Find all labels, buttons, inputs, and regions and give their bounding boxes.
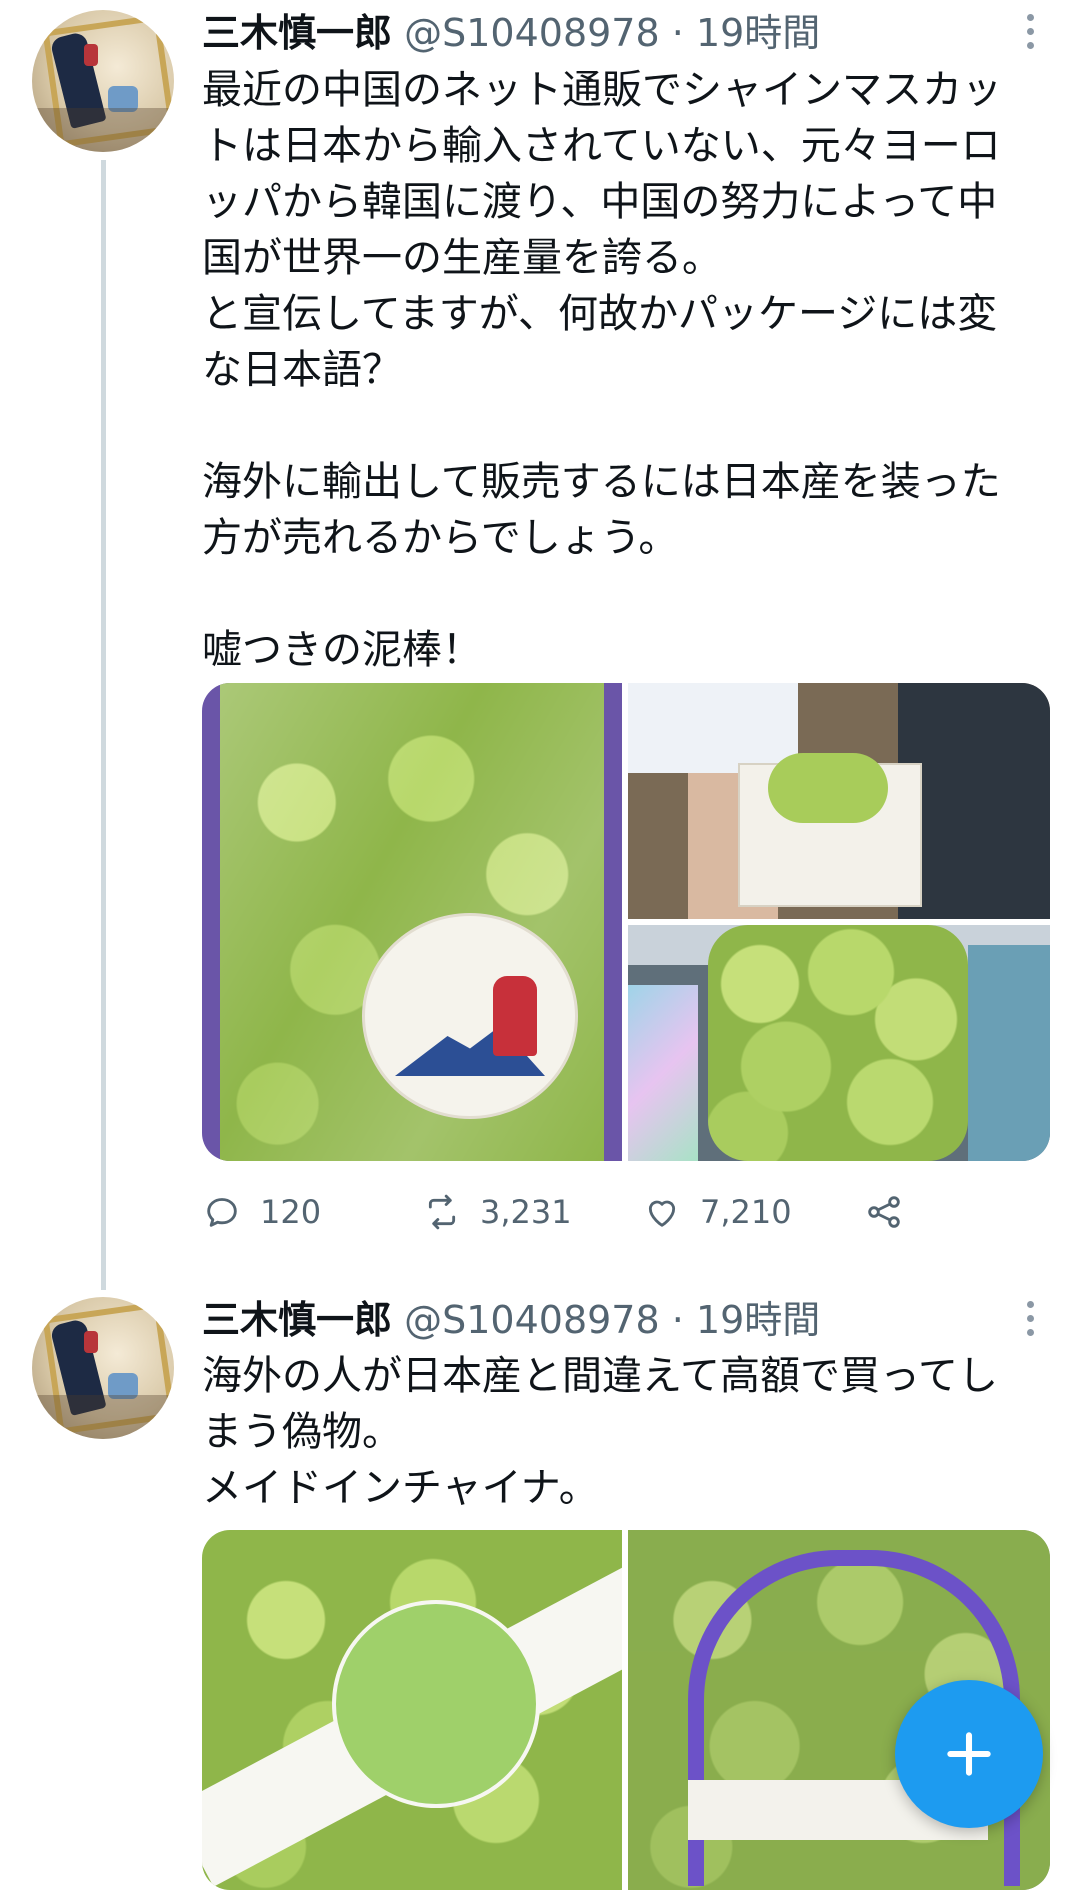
tweet-text-line: メイドインチャイナ。 bbox=[202, 1465, 599, 1511]
more-vertical-icon[interactable] bbox=[1020, 10, 1040, 54]
more-vertical-icon[interactable] bbox=[1020, 1297, 1040, 1341]
separator-dot: · bbox=[671, 11, 684, 55]
media-image[interactable] bbox=[628, 925, 1050, 1161]
share-button[interactable] bbox=[864, 1190, 922, 1234]
share-icon bbox=[868, 1196, 900, 1228]
media-image[interactable] bbox=[202, 1530, 622, 1890]
tweet-text-line: 海外の人が日本産と間違えて高額で買ってし bbox=[202, 1353, 998, 1399]
timestamp[interactable]: 19時間 bbox=[696, 1298, 820, 1342]
heart-icon bbox=[648, 1200, 676, 1227]
tweet-text-line: 方が売れるからでしょう。 bbox=[202, 515, 679, 561]
author-name[interactable]: 三木慎一郎 bbox=[202, 1298, 392, 1342]
reply-count: 120 bbox=[260, 1193, 322, 1231]
tweet-text-line: ッパから韓国に渡り、中国の努力によって中 bbox=[202, 179, 998, 225]
retweet-icon bbox=[428, 1194, 456, 1230]
tweet-text-line: トは日本から輸入されていない、元々ヨーロ bbox=[202, 123, 1001, 169]
tweet-text-line: 国が世界一の生産量を誇る。 bbox=[202, 235, 722, 281]
retweet-count: 3,231 bbox=[480, 1193, 572, 1231]
tweet-text-line: まう偽物。 bbox=[202, 1409, 402, 1455]
tweet-text: 最近の中国のネット通販でシャインマスカッ トは日本から輸入されていない、元々ヨー… bbox=[202, 62, 1052, 678]
avatar[interactable] bbox=[32, 1297, 174, 1439]
plus-icon bbox=[947, 1732, 991, 1776]
author-handle[interactable]: @S10408978 bbox=[404, 1298, 660, 1342]
media-image[interactable] bbox=[202, 683, 622, 1161]
tweet-actions: 120 3,231 7,210 bbox=[202, 1190, 942, 1234]
reply-icon bbox=[207, 1198, 237, 1227]
author-name[interactable]: 三木慎一郎 bbox=[202, 11, 392, 55]
compose-button[interactable] bbox=[895, 1680, 1043, 1828]
tweet-text-line: 海外に輸出して販売するには日本産を装った bbox=[202, 459, 1001, 505]
tweet-text-line: 嘘つきの泥棒！ bbox=[202, 627, 482, 673]
like-button[interactable]: 7,210 bbox=[642, 1190, 792, 1234]
tweet-text-line: と宣伝してますが、何故かパッケージには変 bbox=[202, 291, 998, 337]
thread-connector-line bbox=[101, 160, 106, 1290]
tweet-text-line bbox=[202, 566, 1052, 622]
like-count: 7,210 bbox=[700, 1193, 792, 1231]
tweet-text-line bbox=[202, 398, 1052, 454]
retweet-button[interactable]: 3,231 bbox=[422, 1190, 572, 1234]
tweet-header: 三木慎一郎 @S10408978 · 19時間 bbox=[202, 1295, 820, 1345]
media-grid bbox=[202, 683, 1050, 1161]
tweet-text-line: 最近の中国のネット通販でシャインマスカッ bbox=[202, 67, 1002, 113]
tweet-text: 海外の人が日本産と間違えて高額で買ってし まう偽物。 メイドインチャイナ。 bbox=[202, 1348, 1052, 1516]
avatar[interactable] bbox=[32, 10, 174, 152]
reply-button[interactable]: 120 bbox=[202, 1190, 321, 1234]
media-image[interactable] bbox=[628, 683, 1050, 919]
tweet-text-line: な日本語？ bbox=[202, 347, 402, 393]
author-handle[interactable]: @S10408978 bbox=[404, 11, 660, 55]
separator-dot: · bbox=[671, 1298, 684, 1342]
tweet-header: 三木慎一郎 @S10408978 · 19時間 bbox=[202, 8, 820, 58]
timestamp[interactable]: 19時間 bbox=[696, 11, 820, 55]
